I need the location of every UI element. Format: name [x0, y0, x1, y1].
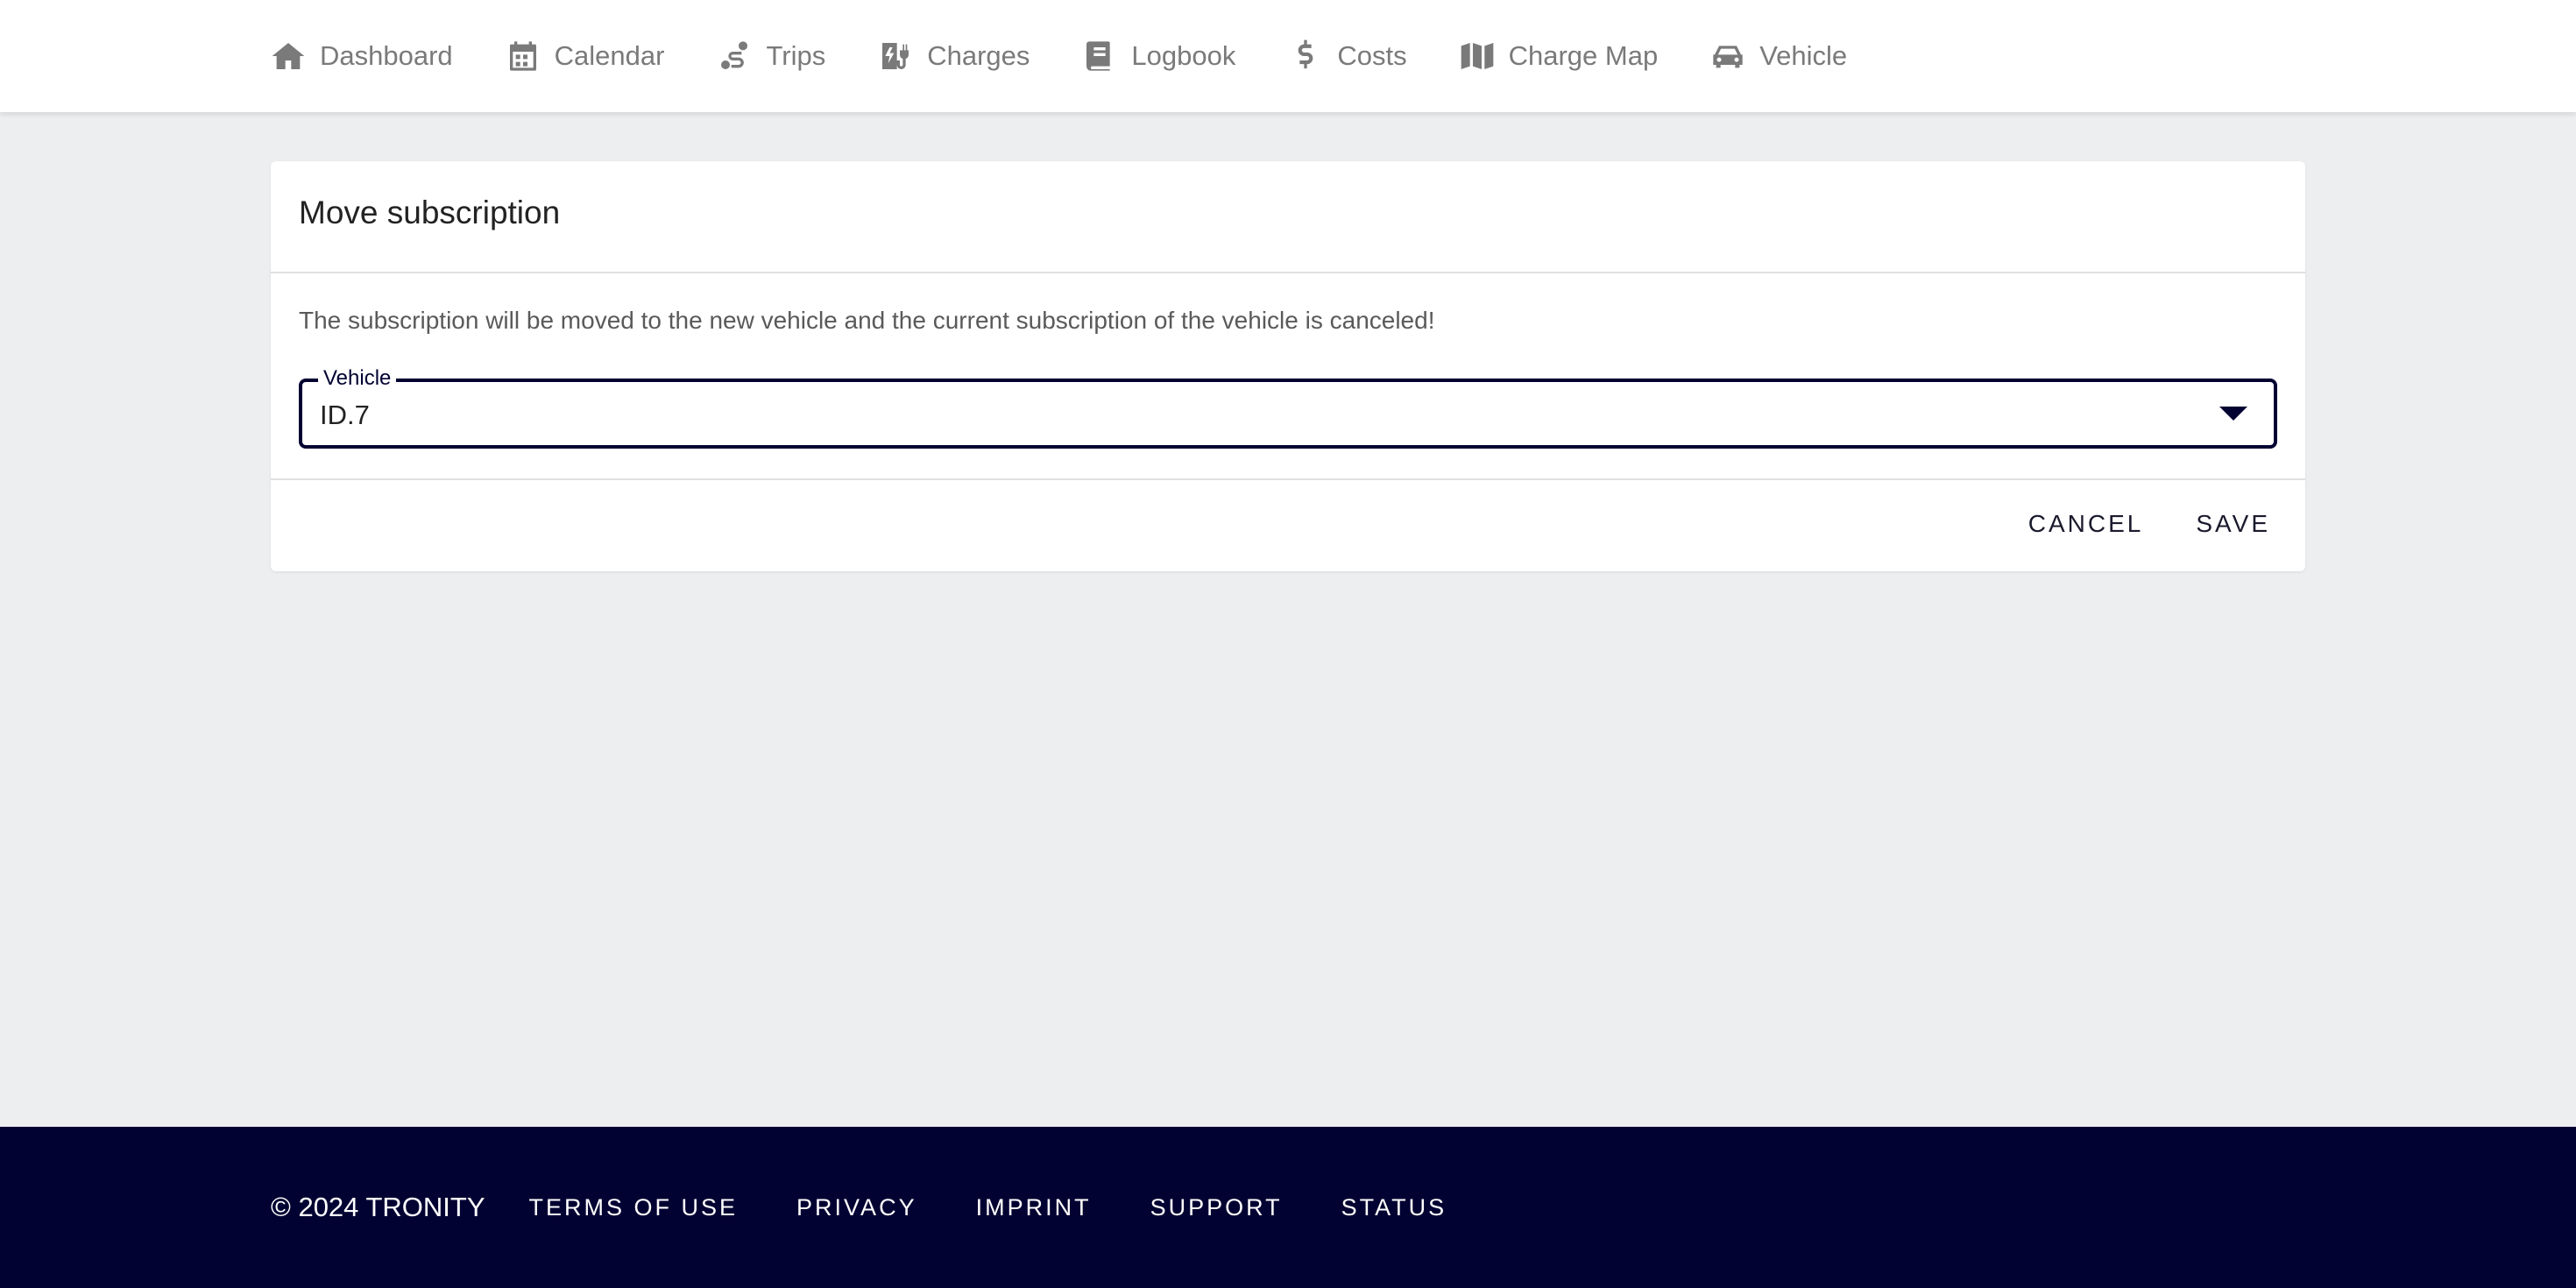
nav-item-label: Calendar — [554, 40, 665, 71]
nav-item-calendar[interactable]: Calendar — [506, 0, 665, 112]
calendar-icon — [506, 39, 541, 74]
footer-link-support[interactable]: SUPPORT — [1150, 1194, 1283, 1221]
save-button[interactable]: SAVE — [2196, 510, 2270, 538]
dialog-title: Move subscription — [299, 195, 561, 230]
nav-item-label: Charge Map — [1508, 40, 1659, 71]
chevron-down-icon[interactable] — [2219, 407, 2247, 421]
charging-station-icon — [878, 39, 913, 74]
nav-item-logbook[interactable]: Logbook — [1082, 0, 1235, 112]
route-icon — [717, 39, 752, 74]
footer-link-status[interactable]: STATUS — [1341, 1194, 1447, 1221]
footer-link-privacy[interactable]: PRIVACY — [796, 1194, 917, 1221]
nav-item-charge-map[interactable]: Charge Map — [1460, 0, 1659, 112]
vehicle-select-label: Vehicle — [318, 366, 397, 391]
footer: © 2024 TRONITY TERMS OF USE PRIVACY IMPR… — [0, 1127, 2576, 1288]
move-subscription-dialog: Move subscription The subscription will … — [271, 161, 2305, 571]
home-icon — [271, 39, 306, 74]
nav-list: Dashboard Calendar Trips Charges Logbook — [271, 0, 1900, 112]
nav-item-charges[interactable]: Charges — [878, 0, 1030, 112]
vehicle-select-value: ID.7 — [320, 400, 370, 430]
nav-item-costs[interactable]: Costs — [1288, 0, 1407, 112]
nav-item-label: Charges — [927, 40, 1030, 71]
car-icon — [1710, 39, 1745, 74]
book-icon — [1082, 39, 1117, 74]
top-navigation: Dashboard Calendar Trips Charges Logbook — [0, 0, 2576, 112]
dialog-header-divider — [271, 272, 2305, 273]
dialog-actions: CANCEL SAVE — [1976, 510, 2270, 538]
nav-item-label: Vehicle — [1759, 40, 1848, 71]
dialog-description: The subscription will be moved to the ne… — [299, 307, 1435, 334]
dialog-footer-divider — [271, 478, 2305, 480]
nav-item-label: Trips — [766, 40, 826, 71]
nav-item-label: Costs — [1337, 40, 1407, 71]
nav-item-trips[interactable]: Trips — [717, 0, 825, 112]
dollar-icon — [1288, 39, 1323, 74]
cancel-button[interactable]: CANCEL — [2028, 510, 2144, 538]
map-icon — [1460, 39, 1495, 74]
footer-link-imprint[interactable]: IMPRINT — [976, 1194, 1092, 1221]
footer-link-terms[interactable]: TERMS OF USE — [529, 1194, 739, 1221]
nav-item-label: Logbook — [1131, 40, 1236, 71]
nav-item-dashboard[interactable]: Dashboard — [271, 0, 453, 112]
footer-content: © 2024 TRONITY TERMS OF USE PRIVACY IMPR… — [271, 1127, 1505, 1288]
vehicle-select[interactable]: Vehicle ID.7 — [299, 366, 2277, 449]
nav-item-label: Dashboard — [320, 40, 453, 71]
nav-item-vehicle[interactable]: Vehicle — [1710, 0, 1847, 112]
copyright: © 2024 TRONITY — [271, 1192, 485, 1222]
